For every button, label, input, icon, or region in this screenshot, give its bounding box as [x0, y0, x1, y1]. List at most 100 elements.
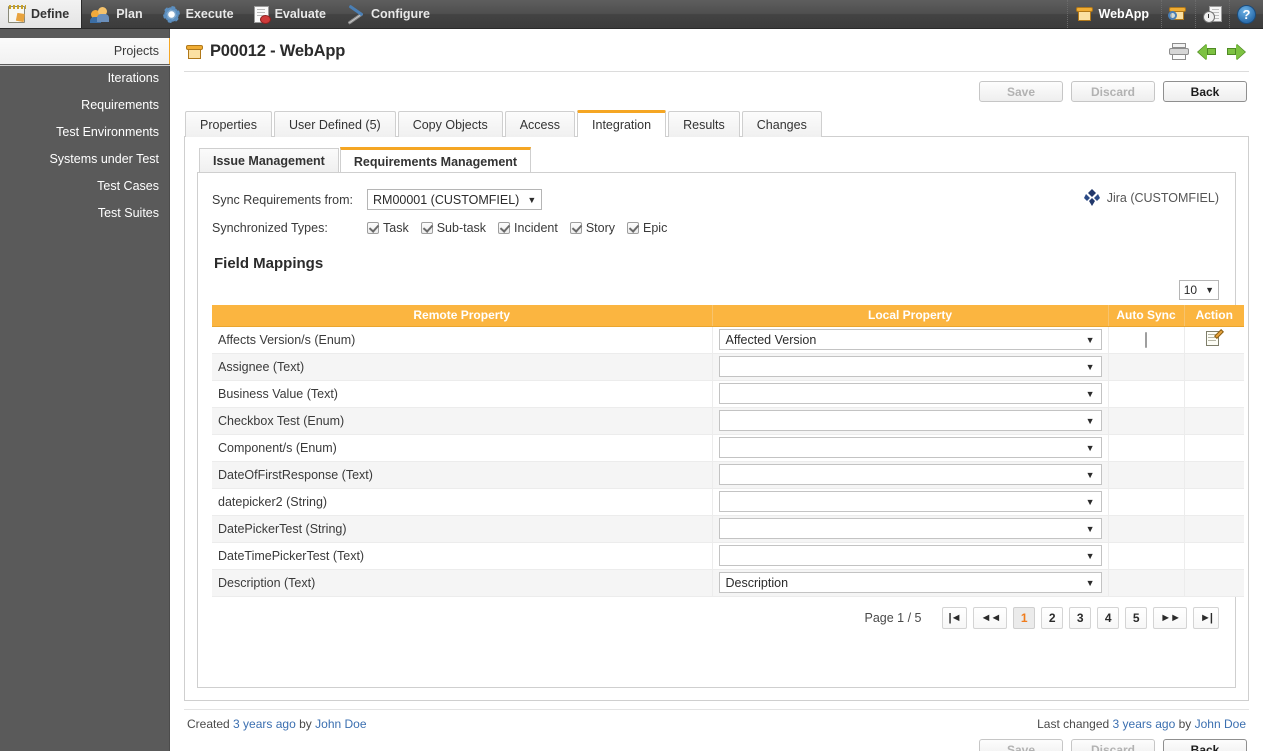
- topnav-label-plan: Plan: [116, 7, 143, 21]
- table-row: DatePickerTest (String) ▼: [212, 515, 1244, 543]
- main-content: P00012 - WebApp Save Discard Back Proper…: [170, 29, 1263, 751]
- gear-icon: [162, 5, 180, 23]
- sidebar-item-test-cases[interactable]: Test Cases: [0, 173, 169, 200]
- tab-user-defined[interactable]: User Defined (5): [273, 111, 396, 137]
- table-row: Description (Text) Description ▼: [212, 569, 1244, 597]
- sync-type-story[interactable]: Story: [569, 221, 615, 235]
- edit-icon[interactable]: [1206, 328, 1225, 346]
- cell-remote-property: Affects Version/s (Enum): [212, 326, 713, 354]
- chevron-down-icon: ▼: [1085, 388, 1095, 399]
- topnav-item-plan[interactable]: Plan: [82, 0, 154, 28]
- sidebar-item-projects[interactable]: Projects: [0, 38, 172, 65]
- checkbox-incident[interactable]: [498, 222, 511, 234]
- local-property-select[interactable]: ▼: [718, 356, 1102, 377]
- checkbox-task[interactable]: [367, 222, 379, 234]
- column-action: Action: [1184, 305, 1244, 327]
- created-time[interactable]: 3 years ago: [233, 717, 296, 731]
- top-navigation-bar: Define Plan Execute Evaluate Configure W…: [0, 0, 1263, 29]
- sidebar-item-systems-under-test[interactable]: Systems under Test: [0, 146, 169, 173]
- users-icon: [90, 6, 110, 23]
- sidebar-label-systems-under-test: Systems under Test: [49, 152, 159, 166]
- jira-icon: [1083, 189, 1100, 206]
- cell-remote-property: Assignee (Text): [212, 353, 713, 381]
- sync-type-sub-task[interactable]: Sub-task: [420, 221, 486, 235]
- topnav-label-define: Define: [31, 7, 70, 21]
- local-property-select[interactable]: ▼: [718, 491, 1102, 512]
- topnav-item-execute[interactable]: Execute: [155, 0, 246, 28]
- local-property-select[interactable]: Affected Version ▼: [718, 329, 1102, 350]
- tab-copy-objects[interactable]: Copy Objects: [397, 111, 503, 137]
- integration-subtabs: Issue Management Requirements Management: [197, 147, 1236, 173]
- created-by-user[interactable]: John Doe: [315, 717, 366, 731]
- auto-sync-checkbox[interactable]: [1145, 331, 1147, 348]
- sidebar-item-test-suites[interactable]: Test Suites: [0, 200, 169, 227]
- next-arrow-icon[interactable]: [1226, 43, 1245, 60]
- cell-auto-sync: [1108, 353, 1185, 381]
- checkbox-epic[interactable]: [627, 222, 640, 234]
- cell-local-property: ▼: [712, 488, 1109, 516]
- sidebar-item-test-environments[interactable]: Test Environments: [0, 119, 169, 146]
- record-metadata: Created 3 years ago by John Doe Last cha…: [184, 709, 1249, 731]
- local-property-select[interactable]: ▼: [718, 437, 1102, 458]
- local-property-select[interactable]: Description ▼: [718, 572, 1102, 593]
- last-page-button[interactable]: ►|: [1193, 606, 1219, 629]
- tab-access[interactable]: Access: [504, 111, 576, 137]
- local-property-select[interactable]: ▼: [718, 518, 1102, 539]
- back-button-bottom[interactable]: Back: [1163, 739, 1247, 751]
- topnav-item-configure[interactable]: Configure: [338, 0, 442, 28]
- page-button-2[interactable]: 2: [1041, 606, 1064, 629]
- page-size-select[interactable]: 10 ▼: [1178, 280, 1219, 300]
- sidebar-item-iterations[interactable]: Iterations: [0, 65, 169, 92]
- chevron-down-icon: ▼: [527, 194, 537, 205]
- page-button-5[interactable]: 5: [1125, 606, 1148, 629]
- discard-button-bottom[interactable]: Discard: [1071, 739, 1155, 751]
- subtab-requirements-management[interactable]: Requirements Management: [339, 147, 532, 173]
- chevron-down-icon: ▼: [1205, 285, 1214, 295]
- sync-type-epic[interactable]: Epic: [627, 221, 667, 235]
- cell-action: [1184, 353, 1244, 381]
- local-property-select[interactable]: ▼: [718, 383, 1102, 404]
- subtab-issue-management[interactable]: Issue Management: [199, 148, 339, 173]
- topnav-current-project[interactable]: WebApp: [1066, 0, 1161, 28]
- previous-page-button[interactable]: ◄◄: [973, 606, 1008, 629]
- sync-type-incident[interactable]: Incident: [498, 221, 558, 235]
- first-page-button[interactable]: |◄: [941, 606, 968, 629]
- history-button[interactable]: [1195, 0, 1229, 28]
- sidebar-item-requirements[interactable]: Requirements: [0, 92, 169, 119]
- cell-remote-property: DateOfFirstResponse (Text): [212, 461, 713, 489]
- sidebar-label-iterations: Iterations: [107, 71, 159, 85]
- page-size-value: 10: [1183, 283, 1198, 297]
- tab-results[interactable]: Results: [668, 111, 740, 137]
- local-property-select[interactable]: ▼: [718, 464, 1102, 485]
- page-button-3[interactable]: 3: [1069, 606, 1092, 629]
- previous-arrow-icon[interactable]: [1198, 43, 1217, 60]
- page-button-1[interactable]: 1: [1013, 606, 1036, 629]
- changed-time[interactable]: 3 years ago: [1113, 717, 1176, 731]
- changed-prefix: Last changed: [1037, 717, 1110, 731]
- save-button-top[interactable]: Save: [979, 81, 1063, 102]
- cell-action: [1184, 488, 1244, 516]
- next-page-button[interactable]: ►►: [1153, 606, 1188, 629]
- save-button-bottom[interactable]: Save: [979, 739, 1063, 751]
- back-button-top[interactable]: Back: [1163, 81, 1247, 102]
- print-icon[interactable]: [1169, 43, 1189, 60]
- tab-integration[interactable]: Integration: [577, 110, 667, 137]
- topnav-item-evaluate[interactable]: Evaluate: [246, 0, 338, 28]
- project-search-button[interactable]: [1161, 0, 1195, 28]
- checkbox-sub-task[interactable]: [420, 222, 433, 234]
- checkbox-story[interactable]: [569, 222, 582, 234]
- tab-properties[interactable]: Properties: [185, 111, 272, 137]
- tools-icon: [346, 6, 365, 23]
- tab-changes[interactable]: Changes: [741, 111, 822, 137]
- sync-requirements-select[interactable]: RM00001 (CUSTOMFIEL) ▼: [367, 189, 543, 210]
- changed-by-user[interactable]: John Doe: [1195, 717, 1246, 731]
- local-property-select[interactable]: ▼: [718, 545, 1102, 566]
- page-title: P00012 - WebApp: [210, 42, 346, 60]
- help-button[interactable]: ?: [1229, 0, 1263, 28]
- topnav-item-define[interactable]: Define: [0, 0, 83, 28]
- discard-button-top[interactable]: Discard: [1071, 81, 1155, 102]
- topnav-right-group: WebApp ?: [1066, 0, 1263, 28]
- page-button-4[interactable]: 4: [1097, 606, 1120, 629]
- sync-type-task[interactable]: Task: [367, 221, 409, 235]
- local-property-select[interactable]: ▼: [718, 410, 1102, 431]
